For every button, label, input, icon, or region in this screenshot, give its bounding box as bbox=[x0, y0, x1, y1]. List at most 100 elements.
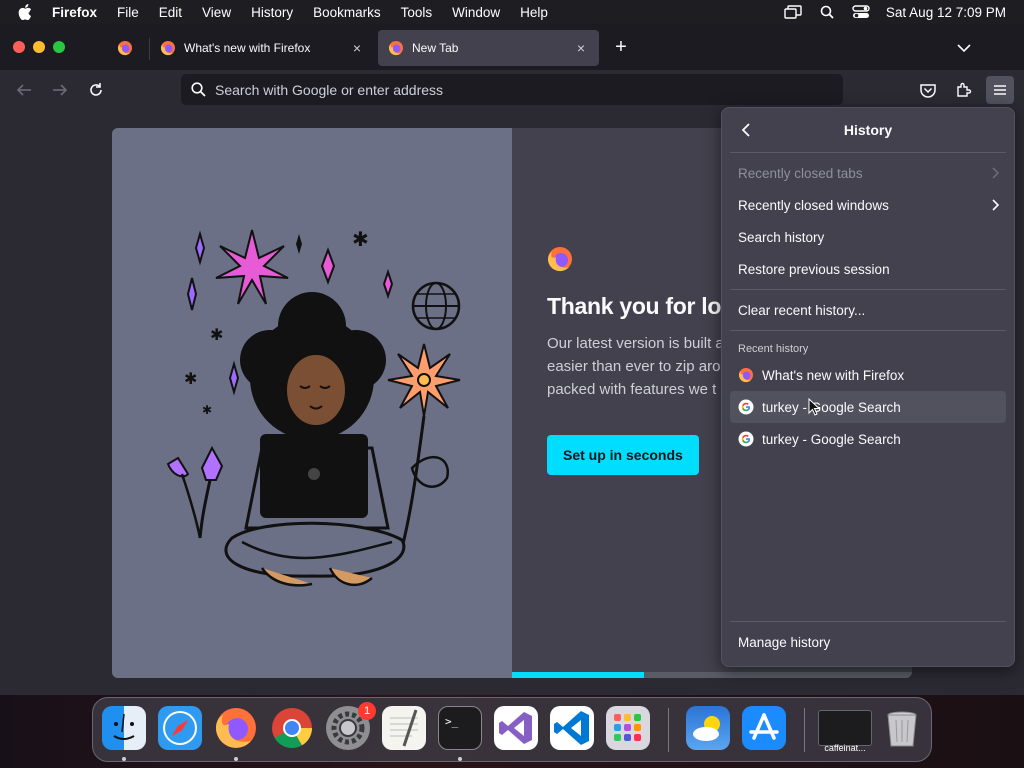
firefox-dock-icon[interactable] bbox=[214, 706, 258, 750]
system-settings-icon[interactable]: 1 bbox=[326, 702, 376, 750]
macos-menu-bar: Firefox File Edit View History Bookmarks… bbox=[0, 0, 1024, 24]
running-indicator bbox=[122, 757, 126, 761]
spotlight-search-icon[interactable] bbox=[818, 4, 836, 20]
caffeinate-caption: caffeinat... bbox=[824, 743, 866, 753]
pocket-button[interactable] bbox=[914, 76, 942, 104]
onboarding-progress-fill bbox=[512, 672, 644, 678]
history-entry-label: What's new with Firefox bbox=[762, 367, 905, 383]
asterisk-icon: ✱ bbox=[184, 369, 197, 388]
onboarding-progress-bar bbox=[512, 672, 912, 678]
search-history-item[interactable]: Search history bbox=[722, 221, 1014, 253]
orange-flower-icon bbox=[387, 343, 461, 417]
recently-closed-tabs-item[interactable]: Recently closed tabs bbox=[722, 157, 1014, 189]
mouse-cursor-icon bbox=[808, 398, 820, 416]
tab-whats-new[interactable]: What's new with Firefox × bbox=[150, 30, 375, 66]
terminal-icon[interactable]: >_ bbox=[438, 706, 482, 750]
firefox-icon bbox=[738, 368, 753, 383]
asterisk-icon: ✱ bbox=[202, 403, 212, 417]
globe-icon bbox=[411, 281, 461, 331]
menu-help[interactable]: Help bbox=[510, 5, 558, 20]
dock: 1 >_ caffeinat... bbox=[92, 697, 932, 762]
app-menu-hamburger-icon[interactable] bbox=[986, 76, 1014, 104]
chevron-right-icon bbox=[992, 199, 1000, 211]
svg-text:>_: >_ bbox=[445, 715, 459, 728]
control-center-icon[interactable] bbox=[852, 4, 870, 20]
firefox-logo-icon bbox=[547, 247, 572, 272]
vscode-icon[interactable] bbox=[550, 706, 594, 750]
close-window-button[interactable] bbox=[13, 41, 25, 53]
menu-tools[interactable]: Tools bbox=[391, 5, 443, 20]
back-button[interactable] bbox=[13, 79, 35, 101]
sparkle-icon bbox=[228, 360, 240, 396]
menu-item-label: Search history bbox=[738, 229, 825, 245]
sparkle-icon bbox=[320, 247, 336, 285]
address-bar[interactable] bbox=[181, 74, 843, 105]
menu-item-label: Recently closed windows bbox=[738, 197, 889, 213]
firefox-icon bbox=[117, 41, 132, 56]
sparkle-icon bbox=[194, 230, 206, 266]
menu-file[interactable]: File bbox=[107, 5, 149, 20]
setup-button[interactable]: Set up in seconds bbox=[547, 435, 699, 475]
finder-icon[interactable] bbox=[102, 706, 146, 750]
restore-previous-session-item[interactable]: Restore previous session bbox=[722, 253, 1014, 285]
history-entry-label: turkey - Google Search bbox=[762, 399, 901, 415]
history-panel-title: History bbox=[843, 122, 893, 138]
google-icon bbox=[738, 431, 754, 447]
screen-mirroring-icon[interactable] bbox=[784, 4, 802, 20]
dock-divider bbox=[668, 708, 669, 752]
zoom-window-button[interactable] bbox=[53, 41, 65, 53]
history-entry[interactable]: turkey - Google Search bbox=[730, 423, 1006, 455]
back-arrow-icon[interactable] bbox=[734, 118, 758, 142]
weather-icon[interactable] bbox=[686, 706, 730, 750]
safari-icon[interactable] bbox=[158, 706, 202, 750]
menu-view[interactable]: View bbox=[192, 5, 241, 20]
firefox-icon bbox=[388, 41, 403, 56]
new-tab-button[interactable]: + bbox=[611, 37, 631, 58]
visual-studio-icon[interactable] bbox=[494, 706, 538, 750]
recent-history-label: Recent history bbox=[738, 343, 809, 355]
history-entry[interactable]: What's new with Firefox bbox=[730, 359, 1006, 391]
notification-badge: 1 bbox=[358, 702, 376, 720]
caffeinate-window-thumbnail[interactable] bbox=[818, 710, 872, 746]
reload-button[interactable] bbox=[85, 79, 107, 101]
menu-item-label: Restore previous session bbox=[738, 261, 890, 277]
apple-menu-icon[interactable] bbox=[18, 4, 38, 20]
minimize-window-button[interactable] bbox=[33, 41, 45, 53]
app-store-icon[interactable] bbox=[742, 706, 786, 750]
history-panel: History Recently closed tabs Recently cl… bbox=[721, 107, 1015, 667]
trash-icon[interactable] bbox=[880, 706, 924, 750]
tab-pinned[interactable] bbox=[100, 30, 148, 66]
recently-closed-windows-item[interactable]: Recently closed windows bbox=[722, 189, 1014, 221]
chrome-icon[interactable] bbox=[270, 706, 314, 750]
sparkle-icon bbox=[296, 234, 302, 254]
firefox-icon bbox=[160, 41, 175, 56]
menu-history[interactable]: History bbox=[241, 5, 303, 20]
navigation-toolbar bbox=[0, 70, 1024, 110]
tab-new-tab[interactable]: New Tab × bbox=[378, 30, 599, 66]
forward-button[interactable] bbox=[49, 79, 71, 101]
menu-edit[interactable]: Edit bbox=[149, 5, 192, 20]
close-tab-icon[interactable]: × bbox=[349, 40, 365, 56]
clear-recent-history-item[interactable]: Clear recent history... bbox=[722, 294, 1014, 326]
menu-app-name[interactable]: Firefox bbox=[52, 5, 107, 20]
running-indicator bbox=[234, 757, 238, 761]
asterisk-icon: ✱ bbox=[210, 325, 223, 344]
close-tab-icon[interactable]: × bbox=[573, 40, 589, 56]
pink-starburst-icon bbox=[215, 229, 289, 305]
address-input[interactable] bbox=[215, 81, 815, 98]
tab-strip: What's new with Firefox × New Tab × + bbox=[0, 24, 1024, 70]
menu-bookmarks[interactable]: Bookmarks bbox=[303, 5, 391, 20]
manage-history-item[interactable]: Manage history bbox=[722, 626, 1014, 658]
tab-title: What's new with Firefox bbox=[184, 41, 311, 55]
search-icon bbox=[189, 81, 207, 99]
menubar-clock[interactable]: Sat Aug 12 7:09 PM bbox=[886, 5, 1006, 20]
history-panel-header: History bbox=[722, 108, 1014, 152]
extensions-puzzle-icon[interactable] bbox=[950, 76, 978, 104]
list-all-tabs-chevron-icon[interactable] bbox=[954, 38, 974, 58]
textedit-icon[interactable] bbox=[382, 706, 426, 750]
asterisk-icon: ✱ bbox=[352, 227, 369, 251]
dock-divider bbox=[804, 708, 805, 752]
launchpad-icon[interactable] bbox=[606, 706, 650, 750]
menu-window[interactable]: Window bbox=[442, 5, 510, 20]
history-entry[interactable]: turkey - Google Search bbox=[730, 391, 1006, 423]
